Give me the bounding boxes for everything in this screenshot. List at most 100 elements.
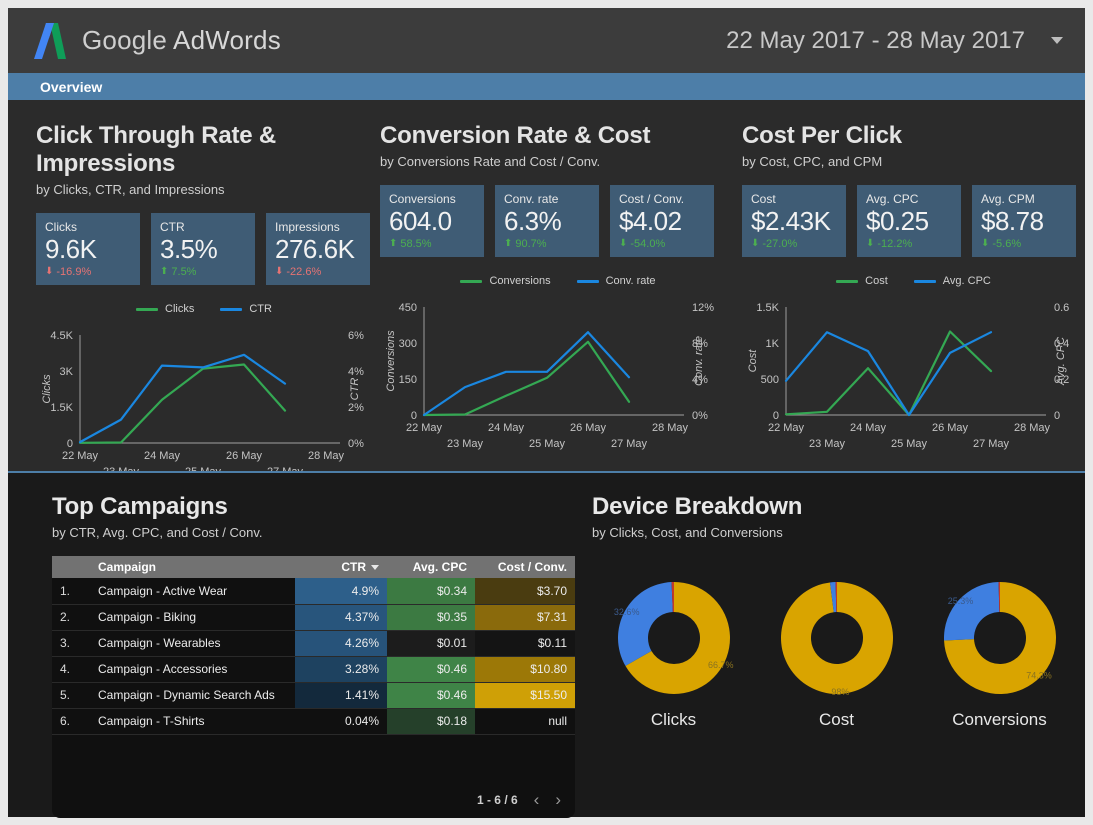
scorecard-ctr[interactable]: CTR 3.5% ⬆ 7.5% — [151, 213, 255, 285]
legend-item-clicks[interactable]: Clicks — [136, 303, 194, 315]
app-header: Google AdWords 22 May 2017 - 28 May 2017 — [8, 8, 1085, 73]
delta-text: 7.5% — [171, 266, 196, 278]
device-breakdown-panel: Device Breakdown by Clicks, Cost, and Co… — [578, 473, 1085, 817]
svg-text:6%: 6% — [348, 330, 364, 342]
scorecard-group: Clicks 9.6K ⬇ -16.9% CTR 3.5% ⬆ 7.5% — [36, 213, 372, 285]
scorecard-conversions[interactable]: Conversions 604.0 ⬆ 58.5% — [380, 185, 484, 257]
legend-item-cost[interactable]: Cost — [836, 275, 888, 287]
line-chart-ctr[interactable]: 01.5K3K4.5K0%2%4%6%ClicksCTR22 May23 May… — [36, 321, 372, 496]
brand-google: Google — [82, 25, 167, 55]
scorecard-label: Conv. rate — [504, 192, 599, 206]
chevron-right-icon[interactable]: › — [555, 791, 561, 808]
scorecard-cost-conv[interactable]: Cost / Conv. $4.02 ⬇ -54.0% — [610, 185, 714, 257]
scorecard-clicks[interactable]: Clicks 9.6K ⬇ -16.9% — [36, 213, 140, 285]
legend-label: Conv. rate — [606, 275, 656, 287]
scorecard-label: Avg. CPC — [866, 192, 961, 206]
chart-legend: Conversions Conv. rate — [380, 275, 736, 287]
donut-conversions[interactable]: 74.3%25.3%Conversions — [918, 578, 1081, 730]
legend-label: Conversions — [489, 275, 550, 287]
scorecard-cost[interactable]: Cost $2.43K ⬇ -27.0% — [742, 185, 846, 257]
svg-text:24 May: 24 May — [144, 450, 181, 462]
section-subtitle: by CTR, Avg. CPC, and Cost / Conv. — [52, 525, 578, 540]
arrow-down-icon: ⬇ — [275, 267, 283, 277]
row-cost-conv: $0.11 — [475, 630, 575, 656]
section-subtitle: by Clicks, Cost, and Conversions — [592, 525, 1085, 540]
svg-text:150: 150 — [399, 374, 417, 386]
delta-text: -5.6% — [992, 238, 1021, 250]
line-chart-cost[interactable]: 05001K1.5K00.20.40.6CostAvg. CPC22 May23… — [742, 293, 1085, 468]
delta-text: 58.5% — [400, 238, 431, 250]
col-cost-conv[interactable]: Cost / Conv. — [475, 556, 575, 578]
date-range-selector[interactable]: 22 May 2017 - 28 May 2017 — [726, 27, 1063, 55]
panel-title: Conversion Rate & Cost — [380, 122, 736, 150]
chevron-left-icon[interactable]: ‹ — [534, 791, 540, 808]
col-ctr[interactable]: CTR — [295, 556, 387, 578]
scorecard-group: Cost $2.43K ⬇ -27.0% Avg. CPC $0.25 ⬇ -1… — [742, 185, 1085, 257]
campaigns-table-wrap: Campaign CTR Avg. CPC Cost / Conv. 1.Cam… — [52, 556, 575, 818]
legend-item-conv-rate[interactable]: Conv. rate — [577, 275, 656, 287]
scorecard-impressions[interactable]: Impressions 276.6K ⬇ -22.6% — [266, 213, 370, 285]
delta-text: -12.2% — [877, 238, 912, 250]
panel-subtitle: by Conversions Rate and Cost / Conv. — [380, 154, 736, 169]
svg-text:0: 0 — [411, 410, 417, 422]
legend-label: Avg. CPC — [943, 275, 991, 287]
svg-text:Clicks: Clicks — [41, 374, 53, 404]
row-ctr: 4.26% — [295, 630, 387, 656]
tab-overview[interactable]: Overview — [40, 79, 102, 95]
svg-text:25 May: 25 May — [891, 438, 928, 450]
scorecard-label: Impressions — [275, 220, 370, 234]
svg-text:25 May: 25 May — [529, 438, 566, 450]
scorecard-avg-cpm[interactable]: Avg. CPM $8.78 ⬇ -5.6% — [972, 185, 1076, 257]
legend-swatch — [914, 280, 936, 283]
table-row[interactable]: 2.Campaign - Biking4.37%$0.35$7.31 — [52, 604, 575, 630]
legend-item-conversions[interactable]: Conversions — [460, 275, 550, 287]
scorecard-delta: ⬇ -27.0% — [751, 238, 846, 250]
col-avg-cpc[interactable]: Avg. CPC — [387, 556, 475, 578]
svg-text:25.3%: 25.3% — [947, 596, 973, 606]
table-row[interactable]: 6.Campaign - T-Shirts0.04%$0.18null — [52, 708, 575, 734]
section-title: Top Campaigns — [52, 493, 578, 521]
donut-svg: 66.7%32.6% — [614, 578, 734, 698]
legend-item-ctr[interactable]: CTR — [220, 303, 272, 315]
scorecard-delta: ⬇ -54.0% — [619, 238, 714, 250]
svg-text:27 May: 27 May — [973, 438, 1010, 450]
panel-conversion-cost: Conversion Rate & Cost by Conversions Ra… — [372, 100, 736, 472]
donut-svg: 98% — [777, 578, 897, 698]
sort-desc-icon — [371, 565, 379, 570]
svg-text:1.5K: 1.5K — [50, 402, 73, 414]
donut-clicks[interactable]: 66.7%32.6%Clicks — [592, 578, 755, 730]
chevron-down-icon[interactable] — [1051, 37, 1063, 44]
col-campaign[interactable]: Campaign — [90, 556, 295, 578]
scorecard-value: $4.02 — [619, 207, 714, 235]
scorecard-value: 9.6K — [45, 235, 140, 263]
col-ctr-label: CTR — [341, 560, 366, 574]
scorecard-conv-rate[interactable]: Conv. rate 6.3% ⬆ 90.7% — [495, 185, 599, 257]
svg-text:4.5K: 4.5K — [50, 330, 73, 342]
table-row[interactable]: 5.Campaign - Dynamic Search Ads1.41%$0.4… — [52, 682, 575, 708]
svg-text:4%: 4% — [348, 366, 364, 378]
donut-label: Conversions — [952, 710, 1047, 730]
arrow-up-icon: ⬆ — [160, 267, 168, 277]
svg-text:26 May: 26 May — [932, 422, 969, 434]
table-pagination: 1 - 6 / 6 ‹ › — [477, 791, 561, 808]
svg-text:1.5K: 1.5K — [756, 302, 779, 314]
pagination-label: 1 - 6 / 6 — [477, 793, 518, 807]
col-index — [52, 556, 90, 578]
table-row[interactable]: 4.Campaign - Accessories3.28%$0.46$10.80 — [52, 656, 575, 682]
section-title: Device Breakdown — [592, 493, 1085, 521]
donut-cost[interactable]: 98%Cost — [755, 578, 918, 730]
delta-text: -54.0% — [630, 238, 665, 250]
table-row[interactable]: 3.Campaign - Wearables4.26%$0.01$0.11 — [52, 630, 575, 656]
table-row[interactable]: 1.Campaign - Active Wear4.9%$0.34$3.70 — [52, 578, 575, 604]
row-campaign: Campaign - Active Wear — [90, 578, 295, 604]
scorecard-delta: ⬇ -5.6% — [981, 238, 1076, 250]
svg-text:23 May: 23 May — [809, 438, 846, 450]
row-index: 3. — [52, 630, 90, 656]
legend-item-avg-cpc[interactable]: Avg. CPC — [914, 275, 991, 287]
row-ctr: 0.04% — [295, 708, 387, 734]
svg-text:28 May: 28 May — [308, 450, 345, 462]
svg-text:0%: 0% — [692, 410, 708, 422]
brand-adwords: AdWords — [173, 25, 281, 55]
scorecard-avg-cpc[interactable]: Avg. CPC $0.25 ⬇ -12.2% — [857, 185, 961, 257]
line-chart-conversions[interactable]: 01503004500%4%8%12%ConversionsConv. rate… — [380, 293, 736, 468]
